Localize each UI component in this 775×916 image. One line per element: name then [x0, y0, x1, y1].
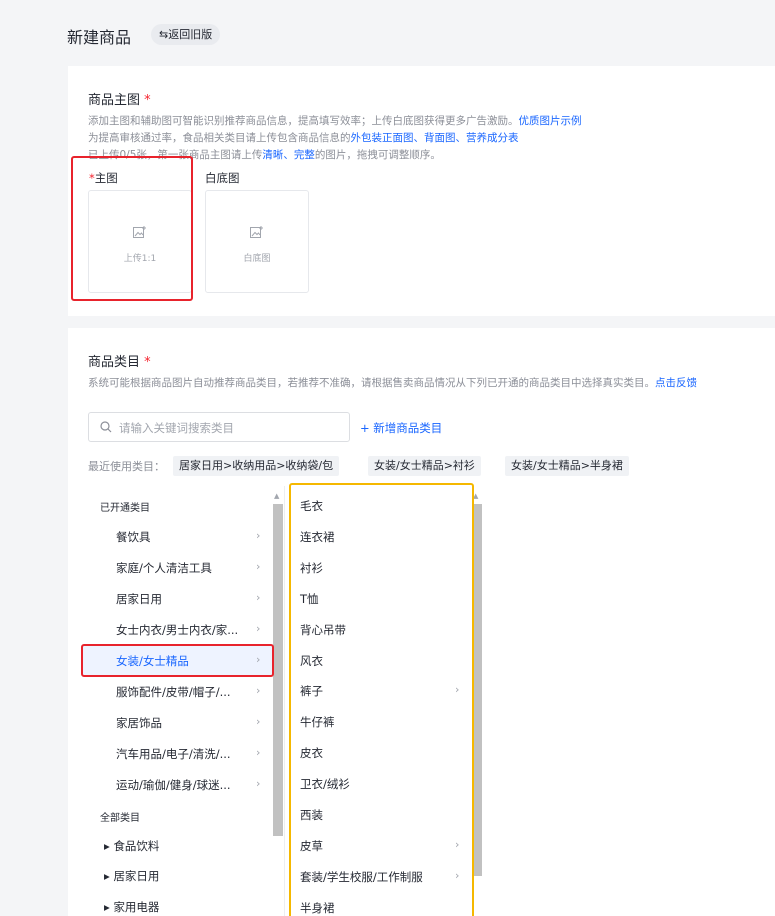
opened-category-item[interactable]: 家庭/个人清洁工具: [116, 560, 212, 576]
category-hint: 系统可能根据商品图片自动推荐商品类目，若推荐不准确，请根据售卖商品情况从下列已开…: [88, 377, 697, 389]
search-placeholder: 请输入关键词搜索类目: [119, 421, 234, 435]
column-1-scrollbar[interactable]: [273, 504, 283, 836]
all-category-item[interactable]: ▸ 居家日用: [104, 868, 159, 884]
opened-category-item[interactable]: 家居饰品: [116, 715, 162, 731]
add-category-button[interactable]: + 新增商品类目: [360, 420, 442, 436]
chevron-right-icon: ›: [256, 560, 261, 573]
opened-category-item[interactable]: 居家日用: [116, 591, 162, 607]
opened-category-item[interactable]: 汽车用品/电子/清洗/...: [116, 746, 231, 762]
opened-category-item[interactable]: 餐饮具: [116, 529, 151, 545]
recent-category-tag[interactable]: 女装/女士精品>半身裙: [505, 456, 629, 476]
packaging-images-link[interactable]: 外包装正面图、背面图、营养成分表: [351, 132, 519, 144]
all-category-item[interactable]: ▸ 家用电器: [104, 899, 159, 915]
subcategory-highlight: [289, 483, 474, 916]
opened-category-item[interactable]: 女士内衣/男士内衣/家...: [116, 622, 238, 638]
chevron-right-icon: ›: [256, 591, 261, 604]
white-upload-text: 白底图: [243, 254, 271, 264]
opened-categories-header: 已开通类目: [100, 503, 150, 514]
all-categories-header: 全部类目: [100, 813, 140, 824]
white-slot-label: 白底图: [205, 171, 240, 185]
chevron-right-icon: ›: [256, 715, 261, 728]
chevron-right-icon: ›: [256, 622, 261, 635]
white-image-upload[interactable]: 白底图: [205, 190, 309, 293]
feedback-link[interactable]: 点击反馈: [655, 377, 697, 389]
search-icon: [100, 421, 112, 433]
good-image-example-link[interactable]: 优质图片示例: [519, 115, 582, 127]
recent-category-tag[interactable]: 女装/女士精品>衬衫: [368, 456, 481, 476]
image-upload-icon: [250, 226, 263, 238]
scroll-up-icon[interactable]: ▲: [274, 492, 279, 500]
main-image-title: 商品主图 *: [88, 93, 151, 108]
back-to-old-version-button[interactable]: ⇆返回旧版: [151, 24, 221, 45]
selected-category-highlight: [81, 644, 274, 677]
main-image-highlight: [71, 156, 193, 301]
page-title: 新建商品: [67, 28, 132, 47]
category-search-input[interactable]: 请输入关键词搜索类目: [88, 412, 350, 442]
main-image-hint-2: 为提高审核通过率，食品相关类目请上传包含商品信息的外包装正面图、背面图、营养成分…: [88, 132, 519, 144]
chevron-right-icon: ›: [256, 529, 261, 542]
recent-label: 最近使用类目：: [88, 460, 165, 473]
chevron-right-icon: ›: [256, 777, 261, 790]
opened-category-item[interactable]: 服饰配件/皮带/帽子/...: [116, 684, 231, 700]
chevron-right-icon: ›: [256, 746, 261, 759]
main-image-hint-1: 添加主图和辅助图可智能识别推荐商品信息，提高填写效率；上传白底图获得更多广告激励…: [88, 115, 582, 127]
chevron-right-icon: ›: [256, 684, 261, 697]
recent-category-tag[interactable]: 居家日用>收纳用品>收纳袋/包: [173, 456, 340, 476]
category-title: 商品类目 *: [88, 355, 151, 370]
opened-category-item[interactable]: 运动/瑜伽/健身/球迷...: [116, 777, 231, 793]
all-category-item[interactable]: ▸ 食品饮料: [104, 838, 159, 854]
